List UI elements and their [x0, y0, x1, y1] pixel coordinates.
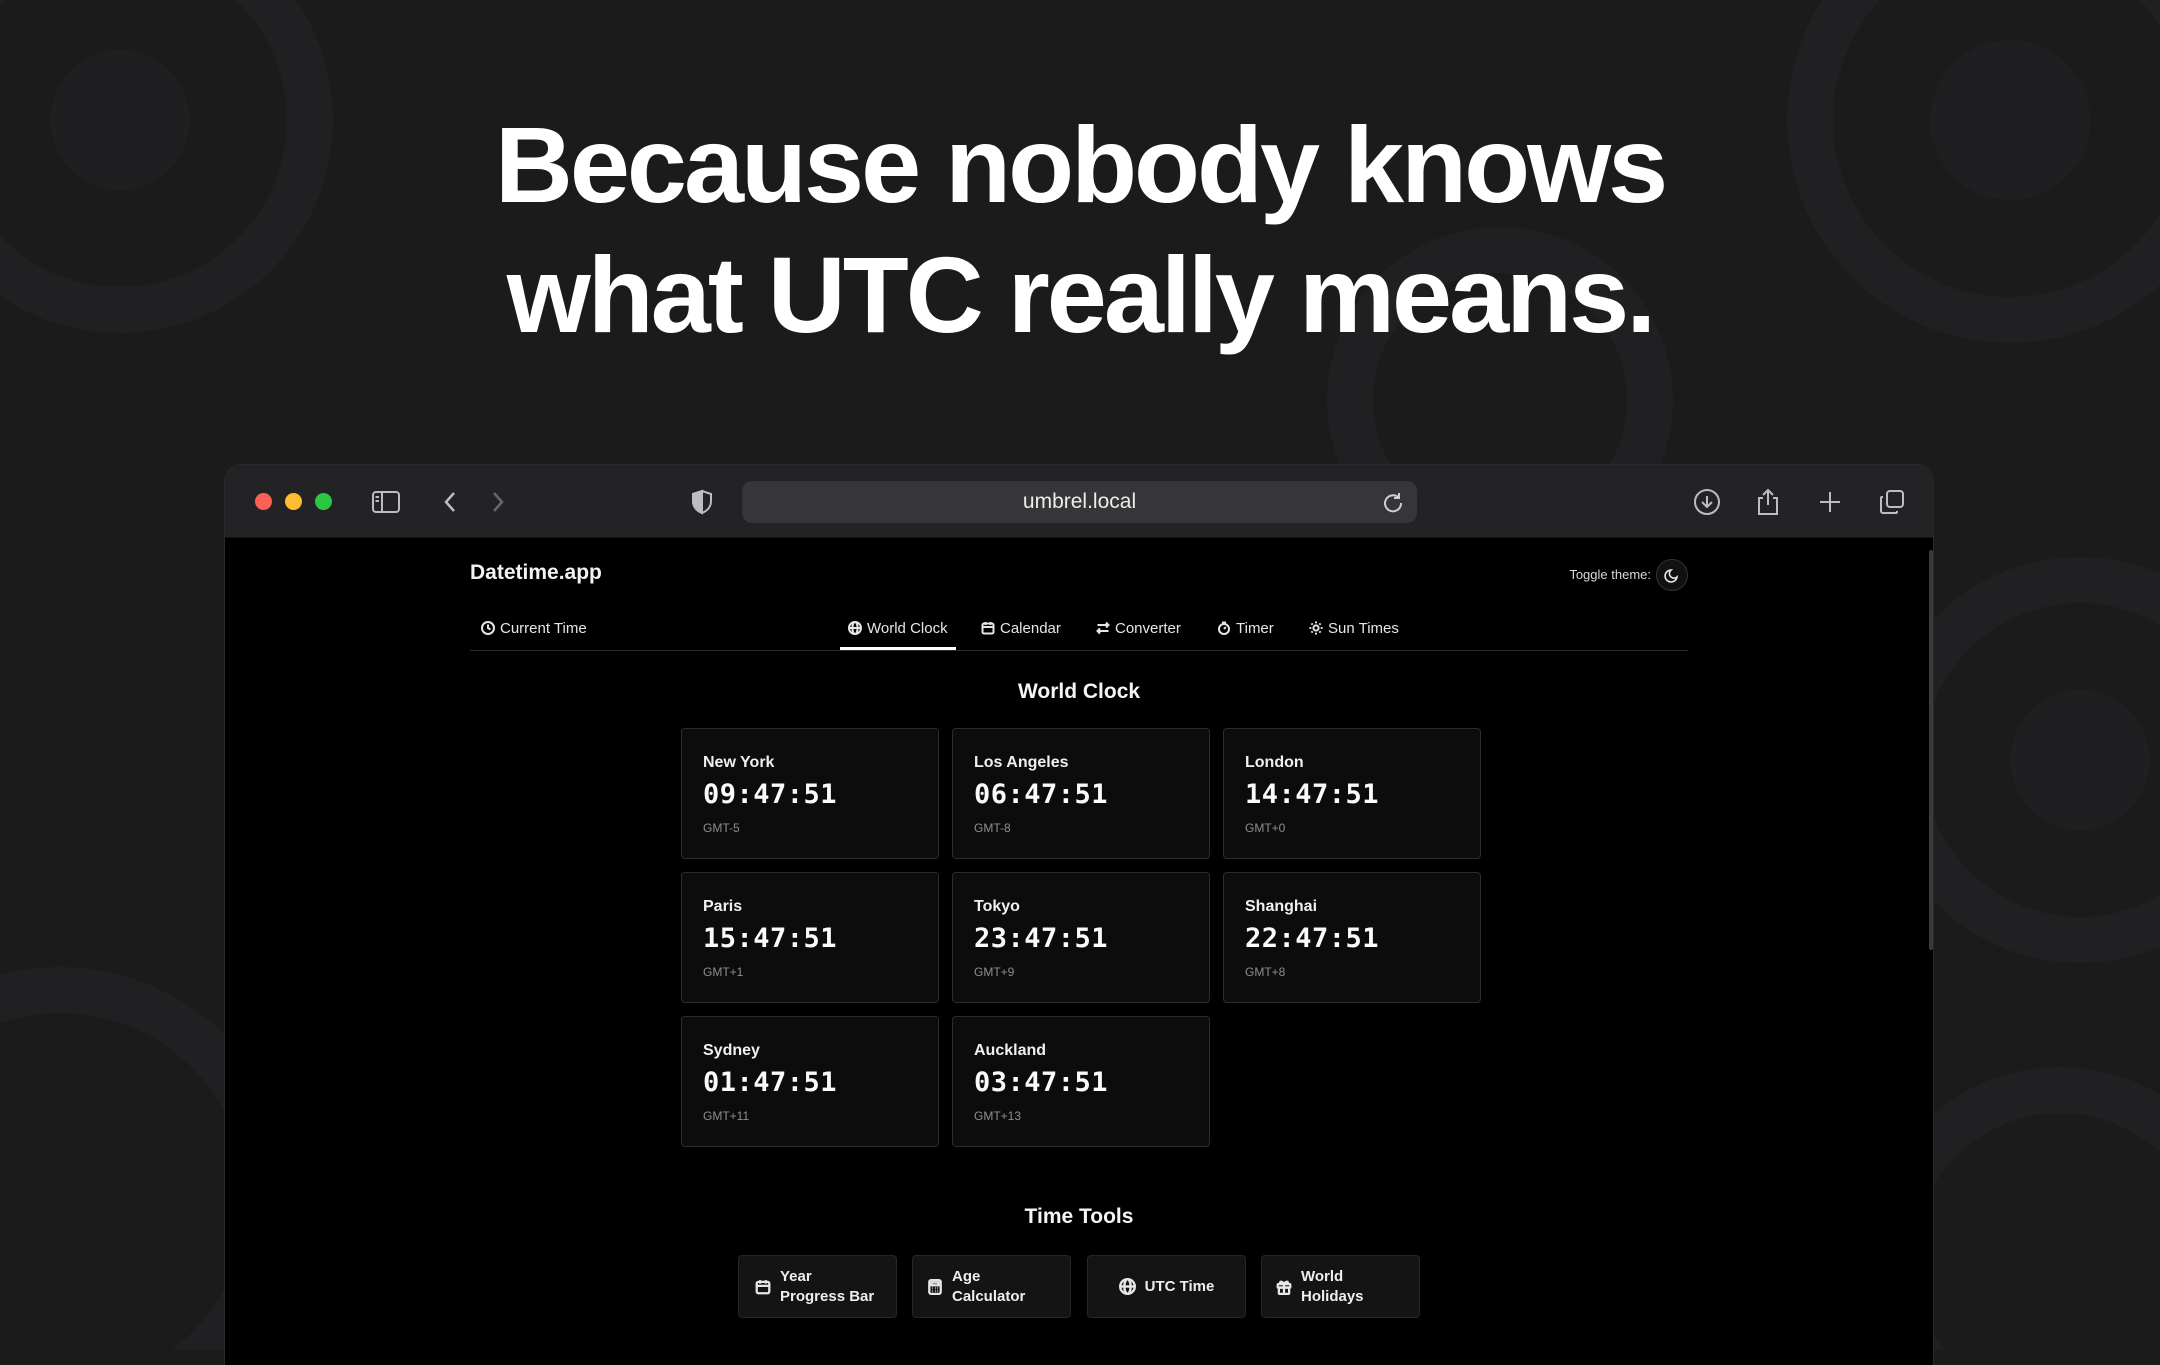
city-time: 14:47:51 [1245, 779, 1380, 810]
headline-line-2: what UTC really means. [506, 234, 1656, 355]
city-timezone: GMT+0 [1245, 821, 1286, 835]
share-icon[interactable] [1751, 485, 1785, 519]
back-icon[interactable] [433, 485, 467, 519]
reload-icon[interactable] [1377, 486, 1409, 524]
city-time: 09:47:51 [703, 779, 838, 810]
tool-label: World Holidays [1301, 1267, 1364, 1305]
url-text: umbrel.local [1022, 490, 1137, 513]
sun-icon [1309, 621, 1323, 635]
new-tab-icon[interactable] [1813, 485, 1847, 519]
city-name: London [1245, 754, 1304, 771]
tab-current-time[interactable]: Current Time [481, 608, 587, 648]
clock-icon [481, 621, 495, 635]
tab-bar: Current Time World Clock Calendar Conver… [470, 608, 1688, 651]
city-card-new-york[interactable]: New York 09:47:51 GMT-5 [681, 728, 939, 859]
sidebar-toggle-icon[interactable] [369, 485, 403, 519]
calendar-icon [755, 1279, 771, 1294]
city-name: Los Angeles [974, 754, 1069, 771]
downloads-icon[interactable] [1690, 485, 1724, 519]
zoom-window-button[interactable] [315, 493, 332, 510]
swap-icon [1096, 621, 1110, 635]
tab-label: Converter [1115, 619, 1181, 637]
city-timezone: GMT+13 [974, 1109, 1022, 1123]
world-clock-title: World Clock [1017, 680, 1141, 703]
stopwatch-icon [1218, 621, 1230, 635]
city-card-london[interactable]: London 14:47:51 GMT+0 [1223, 728, 1481, 859]
tool-label: Year Progress Bar [780, 1267, 875, 1305]
page-scrollbar[interactable] [1929, 550, 1933, 950]
city-timezone: GMT+8 [1245, 965, 1286, 979]
globe-icon [1118, 1278, 1136, 1295]
city-name: Tokyo [974, 898, 1020, 915]
close-window-button[interactable] [255, 493, 272, 510]
city-timezone: GMT-8 [974, 821, 1011, 835]
city-name: Shanghai [1245, 898, 1318, 915]
city-card-sydney[interactable]: Sydney 01:47:51 GMT+11 [681, 1016, 939, 1147]
year-progress-bar-button[interactable]: Year Progress Bar [738, 1255, 897, 1318]
city-time: 01:47:51 [703, 1067, 838, 1098]
city-name: Paris [703, 898, 743, 915]
city-time: 22:47:51 [1245, 923, 1380, 954]
calculator-icon [928, 1278, 942, 1295]
city-card-tokyo[interactable]: Tokyo 23:47:51 GMT+9 [952, 872, 1210, 1003]
tab-label: Sun Times [1328, 619, 1399, 637]
tab-timer[interactable]: Timer [1217, 608, 1274, 648]
tab-calendar[interactable]: Calendar [981, 608, 1061, 648]
tab-label: Calendar [1000, 619, 1061, 637]
city-name: Auckland [974, 1042, 1047, 1059]
time-tools-title: Time Tools [1024, 1205, 1134, 1228]
tab-converter[interactable]: Converter [1096, 608, 1181, 648]
city-card-los-angeles[interactable]: Los Angeles 06:47:51 GMT-8 [952, 728, 1210, 859]
city-timezone: GMT+9 [974, 965, 1015, 979]
privacy-shield-icon[interactable] [685, 485, 719, 519]
browser-toolbar: umbrel.local [225, 465, 1933, 538]
tool-label: UTC Time [1144, 1277, 1215, 1295]
city-time: 23:47:51 [974, 923, 1109, 954]
tab-sun-times[interactable]: Sun Times [1309, 608, 1399, 648]
web-content: Datetime.app Toggle theme: Current Time … [225, 538, 1933, 1365]
city-name: Sydney [703, 1042, 760, 1059]
city-timezone: GMT+1 [703, 965, 744, 979]
city-timezone: GMT+11 [703, 1109, 750, 1123]
city-time: 15:47:51 [703, 923, 838, 954]
forward-icon[interactable] [481, 485, 515, 519]
toggle-theme-label: Toggle theme: [1569, 567, 1651, 582]
gift-icon [1276, 1280, 1292, 1295]
city-time: 03:47:51 [974, 1067, 1109, 1098]
city-time: 06:47:51 [974, 779, 1109, 810]
city-card-auckland[interactable]: Auckland 03:47:51 GMT+13 [952, 1016, 1210, 1147]
world-holidays-button[interactable]: World Holidays [1261, 1255, 1420, 1318]
moon-icon [1664, 569, 1679, 583]
toggle-theme-button[interactable] [1656, 559, 1688, 591]
city-card-shanghai[interactable]: Shanghai 22:47:51 GMT+8 [1223, 872, 1481, 1003]
calendar-icon [981, 622, 995, 635]
hero-headline: Because nobody knows what UTC really mea… [0, 100, 2160, 360]
tab-world-clock[interactable]: World Clock [840, 608, 956, 650]
age-calculator-button[interactable]: Age Calculator [912, 1255, 1071, 1318]
city-timezone: GMT-5 [703, 821, 740, 835]
app-title[interactable]: Datetime.app [470, 561, 602, 585]
tab-label: Current Time [500, 619, 587, 637]
browser-window: umbrel.local Datetime.app Toggle theme: [225, 465, 1933, 1365]
utc-time-button[interactable]: UTC Time [1087, 1255, 1246, 1318]
tab-overview-icon[interactable] [1875, 485, 1909, 519]
headline-line-1: Because nobody knows [494, 104, 1668, 225]
tab-label: World Clock [867, 619, 948, 637]
globe-icon [848, 621, 862, 635]
tab-label: Timer [1236, 619, 1274, 637]
minimize-window-button[interactable] [285, 493, 302, 510]
city-card-paris[interactable]: Paris 15:47:51 GMT+1 [681, 872, 939, 1003]
tool-label: Age Calculator [952, 1267, 1026, 1305]
city-name: New York [703, 754, 775, 771]
address-bar[interactable]: umbrel.local [742, 481, 1417, 523]
